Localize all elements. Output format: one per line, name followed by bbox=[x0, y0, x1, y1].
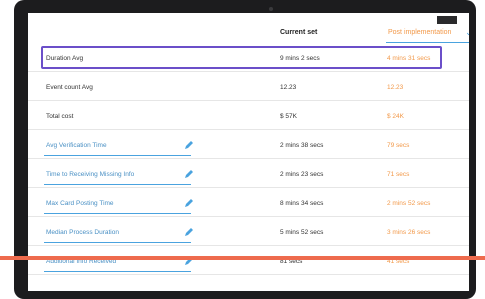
post-implementation-dropdown[interactable]: Post implementation bbox=[388, 29, 451, 36]
metric-label[interactable]: Avg Verification Time bbox=[46, 142, 107, 149]
accent-line bbox=[0, 256, 485, 260]
metric-underline bbox=[44, 184, 191, 185]
metric-underline bbox=[44, 271, 191, 272]
current-value: $ 57K bbox=[280, 113, 297, 120]
current-value: 2 mins 23 secs bbox=[280, 171, 324, 178]
post-value: 79 secs bbox=[387, 142, 410, 149]
post-value: 3 mins 26 secs bbox=[387, 229, 431, 236]
metric-label[interactable]: Time to Receiving Missing Info bbox=[46, 171, 134, 178]
pencil-icon[interactable] bbox=[183, 226, 195, 238]
current-value: 2 mins 38 secs bbox=[280, 142, 324, 149]
post-value: 12.23 bbox=[387, 84, 404, 91]
metric-underline bbox=[44, 155, 191, 156]
metric-underline bbox=[44, 242, 191, 243]
metric-label[interactable]: Median Process Duration bbox=[46, 229, 119, 236]
table-header: Current set Post implementation ⌄ bbox=[28, 27, 469, 47]
post-value: 2 mins 52 secs bbox=[387, 200, 431, 207]
pencil-icon[interactable] bbox=[183, 197, 195, 209]
pencil-icon[interactable] bbox=[183, 139, 195, 151]
chevron-down-icon[interactable]: ⌄ bbox=[465, 27, 469, 38]
metric-label[interactable]: Max Card Posting Time bbox=[46, 200, 114, 207]
table-row: Time to Receiving Missing Info 2 mins 23 … bbox=[28, 163, 469, 188]
table-row: Avg Verification Time 2 mins 38 secs 79 se… bbox=[28, 134, 469, 159]
dropdown-underline bbox=[386, 42, 469, 43]
metric-label: Event count Avg bbox=[46, 84, 93, 91]
current-value: 5 mins 52 secs bbox=[280, 229, 324, 236]
row-highlight bbox=[41, 46, 442, 69]
pencil-icon[interactable] bbox=[183, 168, 195, 180]
post-value: 71 secs bbox=[387, 171, 410, 178]
table-row: Max Card Posting Time 8 mins 34 secs 2 min… bbox=[28, 192, 469, 217]
window-control[interactable] bbox=[437, 16, 457, 24]
post-value: $ 24K bbox=[387, 113, 404, 120]
table-row: Additional Info Received 81 secs 41 secs bbox=[28, 250, 469, 275]
current-value: 8 mins 34 secs bbox=[280, 200, 324, 207]
screen: Current set Post implementation ⌄ Durati… bbox=[28, 13, 469, 291]
table-row: Median Process Duration 5 mins 52 secs 3 m… bbox=[28, 221, 469, 246]
current-value: 12.23 bbox=[280, 84, 297, 91]
current-set-header: Current set bbox=[280, 29, 318, 36]
table-row: Event count Avg 12.23 12.23 bbox=[28, 76, 469, 101]
camera-dot bbox=[269, 7, 273, 11]
table-row: Total cost $ 57K $ 24K bbox=[28, 105, 469, 130]
metric-label: Total cost bbox=[46, 113, 74, 120]
metric-underline bbox=[44, 213, 191, 214]
